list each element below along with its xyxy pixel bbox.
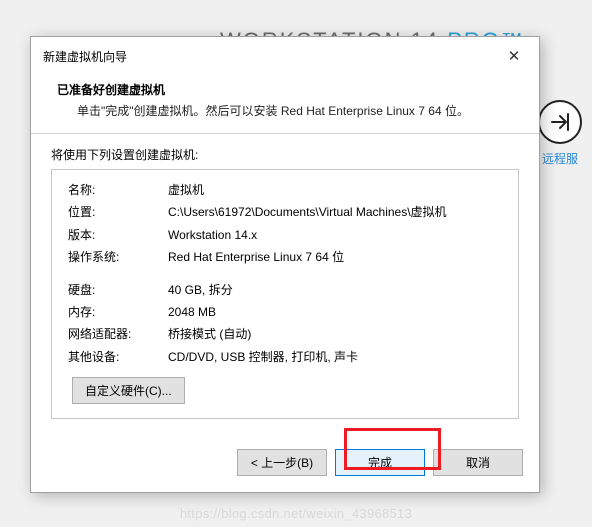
- remote-server-shortcut[interactable]: 远程服: [538, 100, 582, 167]
- remote-server-label: 远程服: [538, 150, 582, 167]
- cancel-button[interactable]: 取消: [433, 449, 523, 476]
- summary-panel: 名称: 虚拟机 位置: C:\Users\61972\Documents\Vir…: [51, 169, 519, 419]
- customize-hardware-button[interactable]: 自定义硬件(C)...: [72, 377, 185, 404]
- close-button[interactable]: ✕: [499, 45, 529, 67]
- dialog-header: 已准备好创建虚拟机 单击"完成"创建虚拟机。然后可以安装 Red Hat Ent…: [31, 73, 539, 133]
- remote-server-icon: [538, 100, 582, 144]
- dialog-content: 将使用下列设置创建虚拟机: 名称: 虚拟机 位置: C:\Users\61972…: [31, 134, 539, 435]
- dialog-footer: < 上一步(B) 完成 取消: [31, 435, 539, 492]
- dialog-title: 新建虚拟机向导: [43, 48, 127, 65]
- summary-row-network: 网络适配器: 桥接模式 (自动): [68, 324, 506, 344]
- summary-row-disk: 硬盘: 40 GB, 拆分: [68, 280, 506, 300]
- dialog-titlebar: 新建虚拟机向导 ✕: [31, 37, 539, 73]
- label-name: 名称:: [68, 180, 168, 200]
- value-disk: 40 GB, 拆分: [168, 280, 506, 300]
- summary-row-version: 版本: Workstation 14.x: [68, 225, 506, 245]
- label-version: 版本:: [68, 225, 168, 245]
- summary-row-location: 位置: C:\Users\61972\Documents\Virtual Mac…: [68, 202, 506, 222]
- dialog-heading: 已准备好创建虚拟机: [57, 81, 521, 98]
- summary-row-memory: 内存: 2048 MB: [68, 302, 506, 322]
- value-other: CD/DVD, USB 控制器, 打印机, 声卡: [168, 347, 506, 367]
- summary-row-name: 名称: 虚拟机: [68, 180, 506, 200]
- label-disk: 硬盘:: [68, 280, 168, 300]
- label-other: 其他设备:: [68, 347, 168, 367]
- value-os: Red Hat Enterprise Linux 7 64 位: [168, 247, 506, 267]
- summary-row-other: 其他设备: CD/DVD, USB 控制器, 打印机, 声卡: [68, 347, 506, 367]
- value-version: Workstation 14.x: [168, 225, 506, 245]
- watermark-text: https://blog.csdn.net/weixin_43968513: [0, 506, 592, 521]
- value-network: 桥接模式 (自动): [168, 324, 506, 344]
- finish-button[interactable]: 完成: [335, 449, 425, 476]
- new-vm-wizard-dialog: 新建虚拟机向导 ✕ 已准备好创建虚拟机 单击"完成"创建虚拟机。然后可以安装 R…: [30, 36, 540, 493]
- label-os: 操作系统:: [68, 247, 168, 267]
- content-intro: 将使用下列设置创建虚拟机:: [51, 146, 519, 163]
- value-name: 虚拟机: [168, 180, 506, 200]
- label-memory: 内存:: [68, 302, 168, 322]
- label-network: 网络适配器:: [68, 324, 168, 344]
- back-button[interactable]: < 上一步(B): [237, 449, 327, 476]
- dialog-subheading: 单击"完成"创建虚拟机。然后可以安装 Red Hat Enterprise Li…: [57, 102, 521, 119]
- label-location: 位置:: [68, 202, 168, 222]
- value-location: C:\Users\61972\Documents\Virtual Machine…: [168, 202, 506, 222]
- summary-row-os: 操作系统: Red Hat Enterprise Linux 7 64 位: [68, 247, 506, 267]
- value-memory: 2048 MB: [168, 302, 506, 322]
